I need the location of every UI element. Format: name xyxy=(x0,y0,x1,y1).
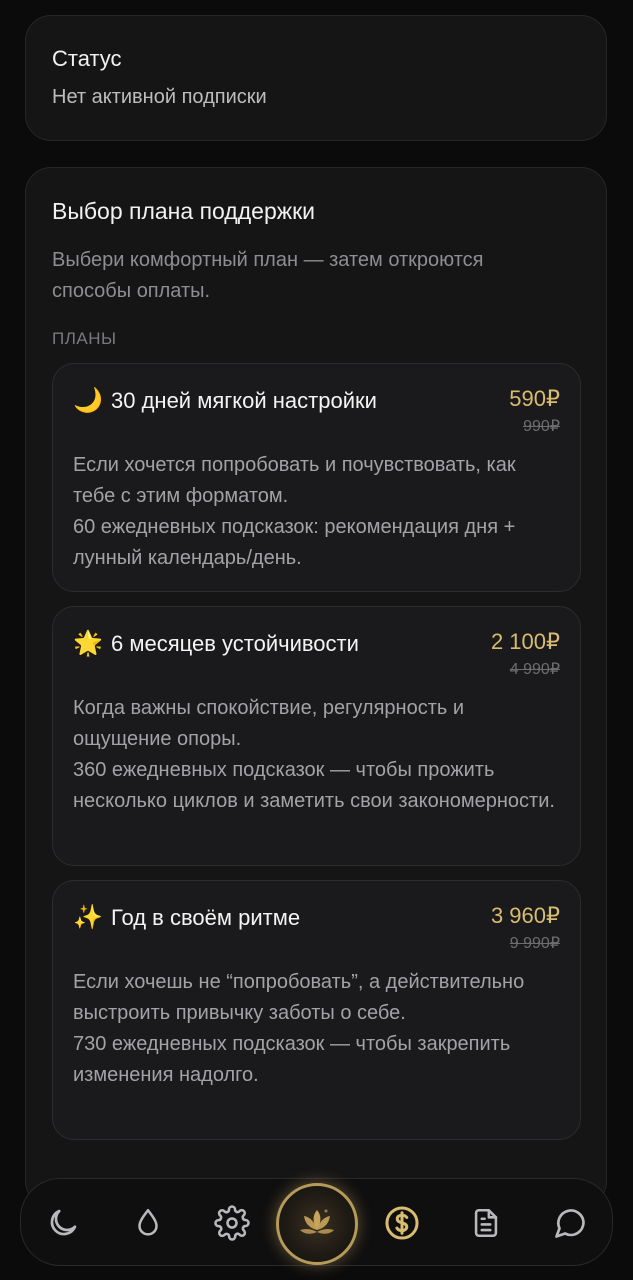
nav-chat-button[interactable] xyxy=(548,1201,592,1245)
moon-icon xyxy=(50,1209,77,1236)
plan-card-30-days[interactable]: 🌙 30 дней мягкой настройки 590₽ 990₽ Есл… xyxy=(52,363,581,592)
nav-settings-button[interactable] xyxy=(210,1201,254,1245)
nav-moon-button[interactable] xyxy=(41,1201,85,1245)
status-value: Нет активной подписки xyxy=(52,86,267,108)
plan-details: 60 ежедневных подсказок: рекомендация дн… xyxy=(73,516,516,569)
plan-old-price: 9 990₽ xyxy=(509,935,560,952)
plan-old-price: 990₽ xyxy=(523,418,560,435)
plan-name: 30 дней мягкой настройки xyxy=(111,387,377,413)
gear-icon xyxy=(214,1205,250,1241)
plan-name: Год в своём ритме xyxy=(111,904,301,930)
nav-subscription-button[interactable] xyxy=(380,1201,424,1245)
nav-documents-button[interactable] xyxy=(464,1201,508,1245)
dollar-coin-icon xyxy=(385,1206,419,1240)
plan-description: Если хочешь не “попробовать”, а действит… xyxy=(73,971,525,1024)
status-card: Статус Нет активной подписки xyxy=(25,15,607,141)
drop-icon xyxy=(138,1208,158,1236)
document-icon xyxy=(474,1208,498,1238)
plan-name: 6 месяцев устойчивости xyxy=(111,630,359,656)
plan-old-price: 4 990₽ xyxy=(509,661,560,678)
bottom-navigation xyxy=(20,1178,613,1266)
status-title: Статус xyxy=(52,46,122,71)
plans-label: ПЛАНЫ xyxy=(52,329,117,348)
lotus-icon xyxy=(300,1209,334,1234)
plan-price: 2 100₽ xyxy=(490,629,560,654)
sparkles-icon: ✨ xyxy=(73,904,103,931)
plan-details: 730 ежедневных подсказок — чтобы закрепи… xyxy=(73,1033,511,1086)
plan-card-6-months[interactable]: 🌟 6 месяцев устойчивости 2 100₽ 4 990₽ К… xyxy=(52,606,581,866)
crescent-moon-icon: 🌙 xyxy=(73,387,103,414)
plan-price: 3 960₽ xyxy=(490,903,560,928)
plans-card: Выбор плана поддержки Выбери комфортный … xyxy=(25,167,607,1207)
plan-details: 360 ежедневных подсказок — чтобы прожить… xyxy=(73,759,555,812)
plan-description: Если хочется попробовать и почувствовать… xyxy=(73,454,516,507)
plan-description: Когда важны спокойствие, регулярность и … xyxy=(73,697,465,750)
plans-description: Выбери комфортный план — затем откроются… xyxy=(52,249,484,302)
plans-title: Выбор плана поддержки xyxy=(52,198,316,224)
nav-home-lotus-button[interactable] xyxy=(276,1183,358,1265)
plan-price: 590₽ xyxy=(509,386,560,411)
nav-drop-button[interactable] xyxy=(126,1201,170,1245)
chat-icon xyxy=(555,1209,585,1238)
plan-card-year[interactable]: ✨ Год в своём ритме 3 960₽ 9 990₽ Если х… xyxy=(52,880,581,1140)
glowing-star-icon: 🌟 xyxy=(73,630,103,657)
